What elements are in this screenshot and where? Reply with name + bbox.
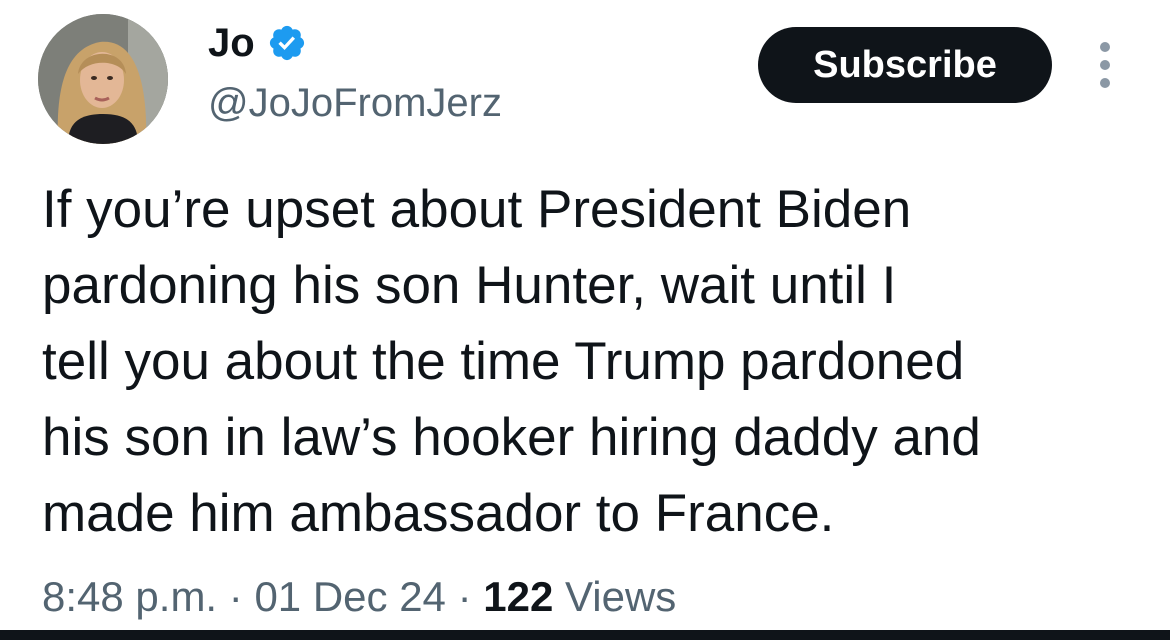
tweet-text-line: If you’re upset about President Biden: [42, 180, 912, 239]
tweet-text-line: his son in law’s hooker hiring daddy and: [42, 408, 981, 467]
more-dot: [1100, 60, 1110, 70]
verified-badge-icon[interactable]: [267, 23, 307, 63]
subscribe-button[interactable]: Subscribe: [758, 27, 1052, 103]
tweet-text-line: tell you about the time Trump pardoned: [42, 332, 965, 391]
tweet-text-line: pardoning his son Hunter, wait until I: [42, 256, 897, 315]
meta-separator: ·: [457, 573, 472, 620]
views-label[interactable]: Views: [565, 573, 676, 620]
more-dot: [1100, 78, 1110, 88]
avatar[interactable]: [38, 14, 168, 144]
tweet-date[interactable]: 01 Dec 24: [254, 573, 445, 620]
bottom-divider: [0, 630, 1170, 640]
tweet-text-line: made him ambassador to France.: [42, 484, 835, 543]
author-name-row: Jo: [208, 20, 307, 66]
tweet-meta: 8:48 p.m. · 01 Dec 24 · 122 Views: [42, 572, 676, 622]
meta-separator: ·: [228, 573, 243, 620]
views-count[interactable]: 122: [483, 573, 553, 620]
avatar-photo: [38, 14, 168, 144]
more-dot: [1100, 42, 1110, 52]
more-options-icon[interactable]: [1090, 40, 1120, 90]
author-handle[interactable]: @JoJoFromJerz: [208, 80, 502, 126]
display-name[interactable]: Jo: [208, 20, 255, 66]
tweet-time[interactable]: 8:48 p.m.: [42, 573, 217, 620]
tweet-text: If you’re upset about President Biden pa…: [42, 172, 1142, 552]
